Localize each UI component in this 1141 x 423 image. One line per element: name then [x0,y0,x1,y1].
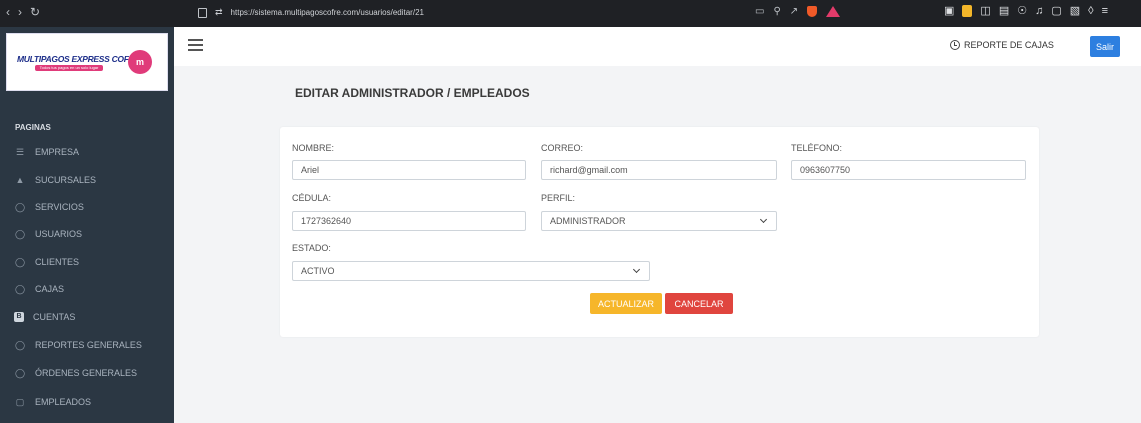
correo-label: CORREO: [541,143,584,153]
sidebar-item-cajas[interactable]: ◯ CAJAS [14,281,64,297]
reload-icon[interactable]: ↻ [30,5,40,19]
screenshot-icon[interactable]: ▧ [1070,4,1080,17]
page-title: EDITAR ADMINISTRADOR / EMPLEADOS [295,86,530,100]
sidebar-toggle-icon[interactable]: ◫ [980,4,990,17]
sidebar-item-label: SUCURSALES [35,175,97,185]
nombre-label: NOMBRE: [292,143,335,153]
cast-icon[interactable]: ▭ [755,6,764,17]
sidebar-item-empleados[interactable]: ▢ EMPLEADOS [14,394,91,410]
vpn-icon[interactable]: ☉ [1017,4,1027,17]
sidebar-item-label: EMPRESA [35,147,80,157]
puzzle-icon[interactable]: ◊ [1088,5,1093,17]
correo-field[interactable]: richard@gmail.com [541,160,777,180]
address-bar[interactable]: ⇄ https://sistema.multipagoscofre.com/us… [198,7,424,18]
user-icon: ◯ [14,256,26,267]
url-text[interactable]: https://sistema.multipagoscofre.com/usua… [231,8,424,17]
sidebar-item-label: EMPLEADOS [35,397,92,407]
sidebar-item-usuarios[interactable]: ◯ USUARIOS [14,226,82,242]
logo-tagline: Todos tus pagos en un solo lugar [35,65,103,71]
sidebar-item-label: ÓRDENES GENERALES [35,368,138,378]
extensions-bar: ▣ ◫ ▤ ☉ ♫ ▢ ▧ ◊ ≡ [944,4,1108,17]
perfil-select[interactable]: ADMINISTRADOR [541,211,777,231]
browser-nav: ‹ › ↻ [6,5,40,19]
estado-selected-value: ACTIVO [301,266,335,276]
chevron-down-icon [632,265,641,274]
sidebar-item-clientes[interactable]: ◯ CLIENTES [14,254,79,270]
back-icon[interactable]: ‹ [6,5,10,19]
telefono-label: TELÉFONO: [791,143,843,153]
sidebar-item-reportes-generales[interactable]: ◯ REPORTES GENERALES [14,337,142,353]
hamburger-menu-icon[interactable] [188,39,203,51]
rewards-icon[interactable] [826,6,841,17]
music-icon[interactable]: ♫ [1035,5,1043,17]
estado-label: ESTADO: [292,243,331,253]
clock-icon [950,40,960,50]
logo-title: MULTIPAGOS EXPRESS COFRE [17,54,140,64]
sidebar: MULTIPAGOS EXPRESS COFRE Todos tus pagos… [0,27,174,423]
window-icon[interactable]: ▢ [1051,4,1061,17]
cedula-label: CÉDULA: [292,193,332,203]
brave-shield-icon[interactable] [807,6,818,17]
sidebar-item-sucursales[interactable]: ▲ SUCURSALES [14,172,97,188]
estado-select[interactable]: ACTIVO [292,261,650,281]
sidebar-item-servicios[interactable]: ◯ SERVICIOS [14,199,84,215]
telefono-field[interactable]: 0963607750 [791,160,1026,180]
id-card-icon: ▢ [15,396,25,407]
user-icon: ◯ [14,339,26,350]
cancelar-button[interactable]: CANCELAR [665,293,733,314]
sidebar-item-label: REPORTES GENERALES [35,340,142,350]
sliders-icon: ☰ [15,146,25,157]
extension-icon[interactable]: ▣ [944,4,954,17]
perfil-selected-value: ADMINISTRADOR [550,216,626,226]
user-icon: ◯ [14,283,26,294]
user-icon: ◯ [14,201,26,212]
menu-icon[interactable]: ≡ [1102,5,1108,17]
sidebar-section-title: PAGINAS [15,123,51,132]
salir-button[interactable]: Salir [1090,36,1120,57]
sidebar-item-label: CLIENTES [35,257,80,267]
share-icon[interactable]: ↗ [790,6,798,17]
bookmark-icon[interactable] [198,7,207,18]
reporte-cajas-link[interactable]: REPORTE DE CAJAS [950,40,1054,50]
browser-actions: ▭ ⚲ ↗ [755,6,841,17]
edit-form-card: NOMBRE: Ariel CORREO: richard@gmail.com … [280,127,1039,337]
sitemap-icon: ▲ [15,175,25,185]
actualizar-button[interactable]: ACTUALIZAR [590,293,662,314]
user-icon: ◯ [14,228,26,239]
top-header: REPORTE DE CAJAS Salir [174,27,1141,66]
logo[interactable]: MULTIPAGOS EXPRESS COFRE Todos tus pagos… [6,33,168,91]
browser-toolbar: ‹ › ↻ ⇄ https://sistema.multipagoscofre.… [0,0,1141,27]
bootstrap-icon: B [14,312,24,322]
wallet-icon[interactable] [962,4,973,17]
cedula-field[interactable]: 1727362640 [292,211,526,231]
logo-badge: m [128,50,152,74]
zoom-icon[interactable]: ⚲ [773,6,780,17]
nombre-field[interactable]: Ariel [292,160,526,180]
sidebar-item-label: SERVICIOS [35,202,84,212]
user-icon: ◯ [14,367,26,378]
sidebar-item-ordenes-generales[interactable]: ◯ ÓRDENES GENERALES [14,365,137,381]
site-settings-icon[interactable]: ⇄ [215,7,223,18]
sidebar-item-empresa[interactable]: ☰ EMPRESA [14,144,79,160]
perfil-label: PERFIL: [541,193,576,203]
forward-icon[interactable]: › [18,5,22,19]
sidebar-item-label: CAJAS [35,284,65,294]
chevron-down-icon [759,215,768,224]
tab-icon[interactable]: ▤ [999,4,1009,17]
sidebar-item-label: USUARIOS [35,229,83,239]
reporte-cajas-label: REPORTE DE CAJAS [964,40,1054,50]
sidebar-item-label: CUENTAS [33,312,76,322]
sidebar-item-cuentas[interactable]: B CUENTAS [14,309,75,325]
